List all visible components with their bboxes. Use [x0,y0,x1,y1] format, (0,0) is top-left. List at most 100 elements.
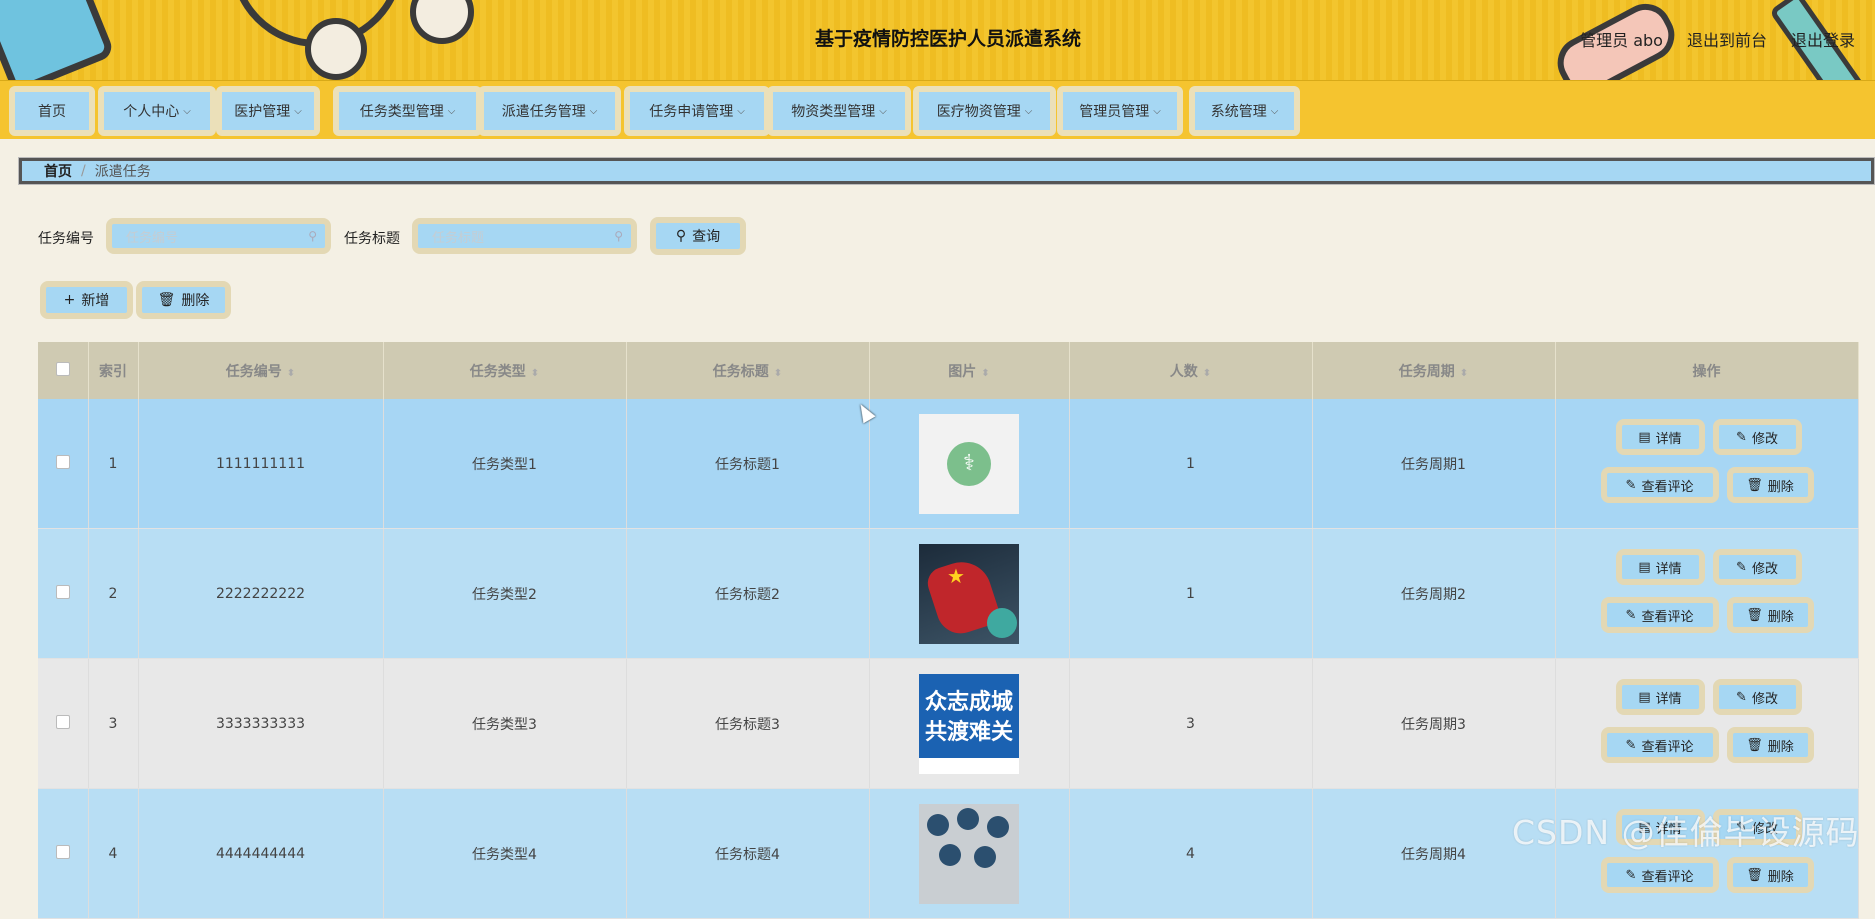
back-to-front-link[interactable]: 退出到前台 [1687,27,1767,51]
cell-image: ⚕ [869,399,1070,529]
col-image[interactable]: 图片 ⬍ [869,342,1070,399]
table-row: 3 3333333333 任务类型3 任务标题3 众志成城 共渡难关 3 任务周期… [38,658,1859,789]
sort-icon[interactable]: ⬍ [287,368,295,379]
nav-item-medical-staff[interactable]: 医护管理 ⌵ [216,86,320,136]
detail-button[interactable]: ▤ 详情 [1615,679,1705,715]
sort-icon[interactable]: ⬍ [1203,368,1211,379]
cell-task-no: 2222222222 [138,528,384,659]
delete-label: 删除 [1767,609,1794,625]
row-checkbox[interactable] [55,714,70,729]
row-checkbox[interactable] [55,584,70,599]
pencil-icon: ✎ [1625,607,1637,623]
sort-icon[interactable]: ⬍ [774,368,782,379]
nav-item-dispatch-task[interactable]: 派遣任务管理 ⌵ [478,86,621,136]
cell-task-title: 任务标题3 [626,658,870,789]
delete-button[interactable]: 🗑 删除 [1726,857,1814,893]
medical-icon [957,807,979,830]
view-comments-button[interactable]: ✎ 查看评论 [1600,727,1719,763]
task-no-input[interactable]: 任务编号 ⚲ [106,218,331,254]
logout-link[interactable]: 退出登录 [1791,27,1855,51]
cell-actions: ▤ 详情 ✎ 修改 ✎ 查看评论 🗑 删除 [1555,658,1859,789]
nav-label: 任务申请管理 [649,104,734,120]
comments-label: 查看评论 [1641,609,1694,625]
row-checkbox[interactable] [55,454,70,469]
nav-label: 系统管理 [1210,104,1267,120]
edit-label: 修改 [1751,431,1778,447]
watermark: CSDN @佳倫毕设源码 [1512,813,1860,852]
chevron-down-icon: ⌵ [879,105,887,117]
select-all-checkbox[interactable] [55,361,70,376]
edit-label: 修改 [1751,691,1778,707]
star-icon: ★ [947,563,965,588]
top-links: 管理员 abo 退出到前台 退出登录 [1580,27,1855,51]
col-task-type[interactable]: 任务类型 ⬍ [383,342,627,399]
nav-label: 派遣任务管理 [501,104,586,120]
cell-period: 任务周期2 [1312,528,1556,659]
medical-icons-poster-image[interactable] [919,803,1019,904]
cell-index: 2 [88,528,139,659]
poster-line-1: 众志成城 [924,689,1013,715]
pencil-icon: ✎ [1736,559,1747,575]
task-title-placeholder: 任务标题 [432,230,485,246]
sort-icon[interactable]: ⬍ [981,368,989,379]
edit-button[interactable]: ✎ 修改 [1712,419,1802,455]
comments-label: 查看评论 [1641,869,1694,885]
nav-item-system[interactable]: 系统管理 ⌵ [1189,86,1300,136]
medical-icon [987,815,1009,838]
doctor-avatar-image[interactable]: ⚕ [919,413,1019,514]
poster-footer-bar [919,757,1019,774]
cell-actions: ▤ 详情 ✎ 修改 ✎ 查看评论 🗑 删除 [1555,399,1859,529]
row-checkbox[interactable] [55,844,70,859]
doctor-icon: ⚕ [947,441,991,486]
cell-period: 任务周期3 [1312,658,1556,789]
view-comments-button[interactable]: ✎ 查看评论 [1600,467,1719,503]
nav-item-admin[interactable]: 管理员管理 ⌵ [1057,86,1183,136]
detail-label: 详情 [1655,691,1682,707]
main-nav: 首页 个人中心 ⌵ 医护管理 ⌵ 任务类型管理 ⌵ 派遣任务管理 ⌵ 任务申请管理 ⌵ 物… [0,80,1875,139]
cell-task-no: 3333333333 [138,658,384,789]
nav-item-material-type[interactable]: 物资类型管理 ⌵ [767,86,911,136]
col-task-no[interactable]: 任务编号 ⬍ [138,342,384,399]
nav-item-task-application[interactable]: 任务申请管理 ⌵ [624,86,770,136]
edit-button[interactable]: ✎ 修改 [1712,679,1802,715]
top-header: 基于疫情防控医护人员派遣系统 管理员 abo 退出到前台 退出登录 [0,0,1875,80]
detail-button[interactable]: ▤ 详情 [1615,419,1705,455]
edit-button[interactable]: ✎ 修改 [1712,549,1802,585]
cell-people: 4 [1069,788,1313,919]
cell-people: 1 [1069,528,1313,659]
slogan-poster-image[interactable]: 众志成城 共渡难关 [919,673,1019,774]
chevron-down-icon: ⌵ [1024,105,1033,117]
bulk-delete-button[interactable]: 🗑 删除 [136,281,231,319]
medical-icon [939,843,961,866]
poster-line-2: 共渡难关 [924,719,1013,745]
fist-virus-poster-image[interactable]: ★ [919,543,1019,644]
nav-item-task-type[interactable]: 任务类型管理 ⌵ [333,86,482,136]
add-button[interactable]: + 新增 [40,281,133,319]
search-icon: ⚲ [675,228,687,244]
nav-item-personal-center[interactable]: 个人中心 ⌵ [98,86,216,136]
col-people[interactable]: 人数 ⬍ [1069,342,1313,399]
detail-button[interactable]: ▤ 详情 [1615,549,1705,585]
view-comments-button[interactable]: ✎ 查看评论 [1600,857,1719,893]
col-task-title[interactable]: 任务标题 ⬍ [626,342,870,399]
breadcrumb-home[interactable]: 首页 [44,161,72,181]
task-title-input[interactable]: 任务标题 ⚲ [412,218,637,254]
query-button[interactable]: ⚲ 查询 [650,217,746,255]
col-index: 索引 [88,342,139,399]
sort-icon[interactable]: ⬍ [1460,368,1468,379]
col-period[interactable]: 任务周期 ⬍ [1312,342,1556,399]
cell-task-title: 任务标题1 [626,399,870,529]
nav-item-medical-material[interactable]: 医疗物资管理 ⌵ [913,86,1056,136]
sort-icon[interactable]: ⬍ [531,368,539,379]
nav-item-home[interactable]: 首页 [9,86,95,136]
task-no-placeholder: 任务编号 [126,230,179,246]
cell-image: 众志成城 共渡难关 [869,658,1070,789]
edit-label: 修改 [1751,561,1778,577]
col-actions: 操作 [1555,342,1859,399]
document-icon: ▤ [1638,429,1651,445]
cell-people: 3 [1069,658,1313,789]
delete-button[interactable]: 🗑 删除 [1726,467,1814,503]
view-comments-button[interactable]: ✎ 查看评论 [1600,597,1719,633]
delete-button[interactable]: 🗑 删除 [1726,727,1814,763]
delete-button[interactable]: 🗑 删除 [1726,597,1814,633]
